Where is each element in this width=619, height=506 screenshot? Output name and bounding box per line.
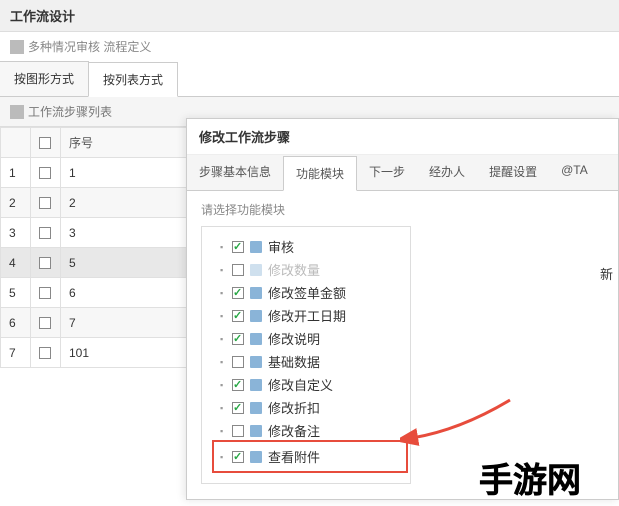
tree-label: 修改开工日期 [268, 306, 346, 325]
tree-bullet-icon: ▪ [220, 452, 226, 462]
tree-label: 基础数据 [268, 352, 320, 371]
tree-item[interactable]: ▪ 修改自定义 [220, 373, 400, 396]
tree-item[interactable]: ▪ 修改签单金额 [220, 281, 400, 304]
tree-label: 修改说明 [268, 329, 320, 348]
modal-title: 修改工作流步骤 [187, 119, 618, 155]
tree-bullet-icon: ▪ [220, 265, 226, 275]
tree-bullet-icon: ▪ [220, 242, 226, 252]
modal-tab[interactable]: 提醒设置 [477, 155, 549, 190]
tab-graph-view[interactable]: 按图形方式 [0, 61, 89, 96]
row-index: 7 [1, 338, 31, 368]
tab-list-view[interactable]: 按列表方式 [88, 62, 178, 97]
tree-checkbox[interactable] [232, 310, 244, 322]
tree-checkbox[interactable] [232, 333, 244, 345]
tree-bullet-icon: ▪ [220, 357, 226, 367]
svg-text:手游网: 手游网 [479, 462, 581, 500]
row-checkbox[interactable] [39, 197, 51, 209]
modal-tabs: 步骤基本信息功能模块下一步经办人提醒设置@TA [187, 155, 618, 191]
modal-tab[interactable]: 功能模块 [283, 156, 357, 191]
row-checkbox[interactable] [39, 257, 51, 269]
subheader-text: 多种情况审核 流程定义 [28, 38, 151, 55]
tree-item[interactable]: ▪ 修改说明 [220, 327, 400, 350]
doc-icon [250, 425, 262, 437]
doc-icon [250, 241, 262, 253]
tree-checkbox[interactable] [232, 425, 244, 437]
tree-bullet-icon: ▪ [220, 426, 226, 436]
tree-label: 修改签单金额 [268, 283, 346, 302]
row-checkbox[interactable] [39, 167, 51, 179]
tree-checkbox[interactable] [232, 451, 244, 463]
tree-item[interactable]: ▪ 修改折扣 [220, 396, 400, 419]
row-checkbox[interactable] [39, 317, 51, 329]
subheader: 多种情况审核 流程定义 [0, 32, 619, 61]
workflow-icon [10, 40, 24, 54]
row-index: 2 [1, 188, 31, 218]
doc-icon [250, 264, 262, 276]
tree-bullet-icon: ▪ [220, 403, 226, 413]
section-title-text: 工作流步骤列表 [28, 103, 112, 120]
row-checkbox[interactable] [39, 227, 51, 239]
tree-label: 查看附件 [268, 447, 320, 466]
tree-checkbox[interactable] [232, 287, 244, 299]
row-checkbox[interactable] [39, 287, 51, 299]
row-index: 6 [1, 308, 31, 338]
row-index: 3 [1, 218, 31, 248]
row-index: 1 [1, 158, 31, 188]
tree-label: 修改折扣 [268, 398, 320, 417]
doc-icon [250, 310, 262, 322]
tree-item[interactable]: ▪ 查看附件 [216, 444, 404, 469]
tree-label: 修改数量 [268, 260, 320, 279]
tree-label: 修改自定义 [268, 375, 333, 394]
modal-tab[interactable]: @TA [549, 155, 600, 190]
tree-bullet-icon: ▪ [220, 311, 226, 321]
watermark-logo: 手游网 [475, 450, 615, 506]
tree-item[interactable]: ▪ 修改数量 [220, 258, 400, 281]
tree-checkbox[interactable] [232, 402, 244, 414]
tree-item[interactable]: ▪ 审核 [220, 235, 400, 258]
modal-tab[interactable]: 步骤基本信息 [187, 155, 283, 190]
row-index: 4 [1, 248, 31, 278]
page-header: 工作流设计 [0, 0, 619, 32]
doc-icon [250, 451, 262, 463]
tree-item[interactable]: ▪ 修改开工日期 [220, 304, 400, 327]
module-tree: ▪ 审核 ▪ 修改数量 ▪ 修改签单金额 ▪ 修改开工日期 ▪ 修改说明 ▪ 基础数据 ▪ 修改自定义 ▪ 修… [201, 226, 411, 484]
doc-icon [250, 379, 262, 391]
row-checkbox[interactable] [39, 347, 51, 359]
doc-icon [250, 333, 262, 345]
checkbox-all[interactable] [39, 137, 51, 149]
tree-checkbox[interactable] [232, 379, 244, 391]
tree-item[interactable]: ▪ 基础数据 [220, 350, 400, 373]
row-index: 5 [1, 278, 31, 308]
tree-checkbox[interactable] [232, 356, 244, 368]
doc-icon [250, 356, 262, 368]
modal-tab[interactable]: 经办人 [417, 155, 477, 190]
hint-text: 请选择功能模块 [201, 201, 604, 218]
edit-step-modal: 修改工作流步骤 步骤基本信息功能模块下一步经办人提醒设置@TA 请选择功能模块 … [186, 118, 619, 500]
doc-icon [250, 287, 262, 299]
tree-bullet-icon: ▪ [220, 288, 226, 298]
tree-checkbox[interactable] [232, 241, 244, 253]
list-icon [10, 105, 24, 119]
main-tabs: 按图形方式 按列表方式 [0, 61, 619, 97]
tree-bullet-icon: ▪ [220, 380, 226, 390]
tree-label: 修改备注 [268, 421, 320, 440]
tree-label: 审核 [268, 237, 294, 256]
modal-tab[interactable]: 下一步 [357, 155, 417, 190]
tree-item[interactable]: ▪ 修改备注 [220, 419, 400, 442]
side-label: 新 [600, 264, 613, 283]
tree-bullet-icon: ▪ [220, 334, 226, 344]
tree-checkbox[interactable] [232, 264, 244, 276]
doc-icon [250, 402, 262, 414]
